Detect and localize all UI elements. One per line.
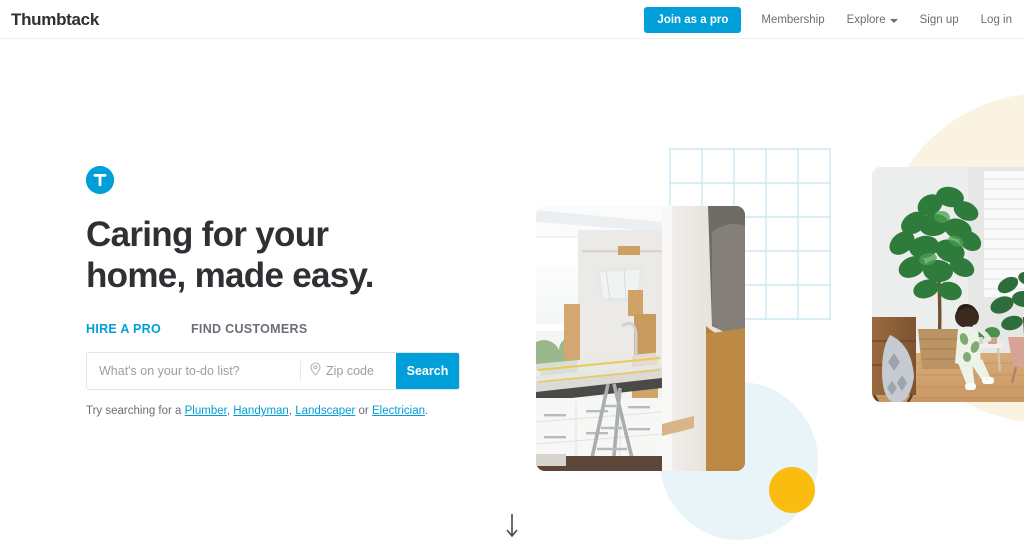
nav-item-membership[interactable]: Membership bbox=[761, 14, 824, 26]
kitchen-renovation-photo bbox=[536, 206, 745, 471]
living-room-plants-photo bbox=[872, 167, 1024, 402]
zip-field-wrapper bbox=[301, 353, 396, 389]
nav-item-log-in[interactable]: Log in bbox=[981, 14, 1012, 26]
hero-tabs: HIRE A PRO FIND CUSTOMERS bbox=[86, 322, 506, 336]
chevron-down-icon bbox=[889, 18, 898, 23]
suggestion-link-landscaper[interactable]: Landscaper bbox=[295, 405, 355, 417]
suggestion-link-electrician[interactable]: Electrician bbox=[372, 405, 425, 417]
location-pin-icon bbox=[310, 361, 321, 381]
site-header: Thumbtack Join as a pro Membership Explo… bbox=[0, 0, 1024, 39]
search-bar: Search bbox=[86, 352, 460, 390]
nav-item-membership-label: Membership bbox=[761, 13, 825, 26]
suggestions-suffix: . bbox=[425, 405, 429, 417]
suggestion-link-handyman[interactable]: Handyman bbox=[233, 405, 289, 417]
thumbtack-logo-wordmark[interactable]: Thumbtack bbox=[11, 10, 99, 30]
nav-item-explore[interactable]: Explore bbox=[847, 14, 898, 26]
suggestions-conjunction: or bbox=[355, 405, 372, 417]
suggestions-prefix: Try searching for a bbox=[86, 405, 185, 417]
yellow-dot-decoration bbox=[769, 467, 815, 513]
zip-code-input[interactable] bbox=[326, 364, 396, 378]
nav-item-log-in-label: Log in bbox=[980, 13, 1012, 26]
nav-item-sign-up[interactable]: Sign up bbox=[920, 14, 959, 26]
thumbtack-badge-icon bbox=[86, 166, 114, 194]
search-input[interactable] bbox=[87, 353, 300, 389]
join-as-a-pro-button[interactable]: Join as a pro bbox=[644, 6, 742, 33]
hero-section: Caring for your home, made easy. HIRE A … bbox=[86, 166, 506, 417]
nav-item-explore-label: Explore bbox=[846, 13, 886, 26]
thumbtack-landing-page: Thumbtack Join as a pro Membership Explo… bbox=[0, 0, 1024, 549]
primary-navigation: Join as a pro Membership Explore Sign up… bbox=[644, 0, 1012, 39]
page-title: Caring for your home, made easy. bbox=[86, 215, 374, 295]
tab-find-customers[interactable]: FIND CUSTOMERS bbox=[191, 322, 307, 336]
search-button[interactable]: Search bbox=[396, 353, 459, 389]
nav-item-sign-up-label: Sign up bbox=[919, 13, 959, 26]
tab-hire-a-pro[interactable]: HIRE A PRO bbox=[86, 322, 161, 336]
search-suggestions: Try searching for a Plumber, Handyman, L… bbox=[86, 405, 506, 417]
arrow-down-icon[interactable] bbox=[505, 513, 519, 544]
suggestion-link-plumber[interactable]: Plumber bbox=[185, 405, 227, 417]
